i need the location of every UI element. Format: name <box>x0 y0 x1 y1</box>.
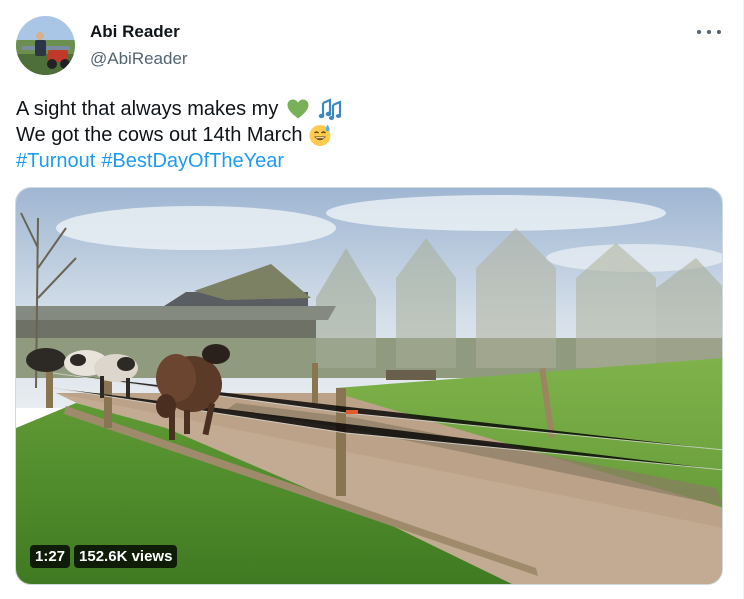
green-heart-emoji <box>287 99 309 119</box>
more-options-icon[interactable] <box>697 22 721 42</box>
tweet-text: A sight that always makes my We got the … <box>16 96 342 174</box>
hashtag-bestdayoftheyear[interactable]: #BestDayOfTheYear <box>101 148 284 174</box>
video-views: 152.6K views <box>74 545 178 568</box>
display-name[interactable]: Abi Reader <box>90 22 188 42</box>
sweat-smile-emoji <box>309 124 331 146</box>
video-badges: 1:27 152.6K views <box>30 545 178 568</box>
handle[interactable]: @AbiReader <box>90 49 188 69</box>
tweet-line-3: #Turnout #BestDayOfTheYear <box>16 148 342 174</box>
avatar[interactable] <box>16 16 75 75</box>
hashtag-turnout[interactable]: #Turnout <box>16 148 95 174</box>
video-duration: 1:27 <box>30 545 71 568</box>
tweet-card[interactable]: Abi Reader @AbiReader A sight that alway… <box>0 0 744 599</box>
tweet-line-2-text: We got the cows out 14th March <box>16 124 303 146</box>
musical-notes-emoji <box>319 98 342 120</box>
tweet-line-1: A sight that always makes my <box>16 96 342 122</box>
author-info: Abi Reader @AbiReader <box>90 22 188 69</box>
tweet-line-1-text: A sight that always makes my <box>16 98 279 120</box>
tweet-line-2: We got the cows out 14th March <box>16 122 342 148</box>
video-player[interactable] <box>15 187 723 585</box>
video-frame <box>16 188 722 584</box>
